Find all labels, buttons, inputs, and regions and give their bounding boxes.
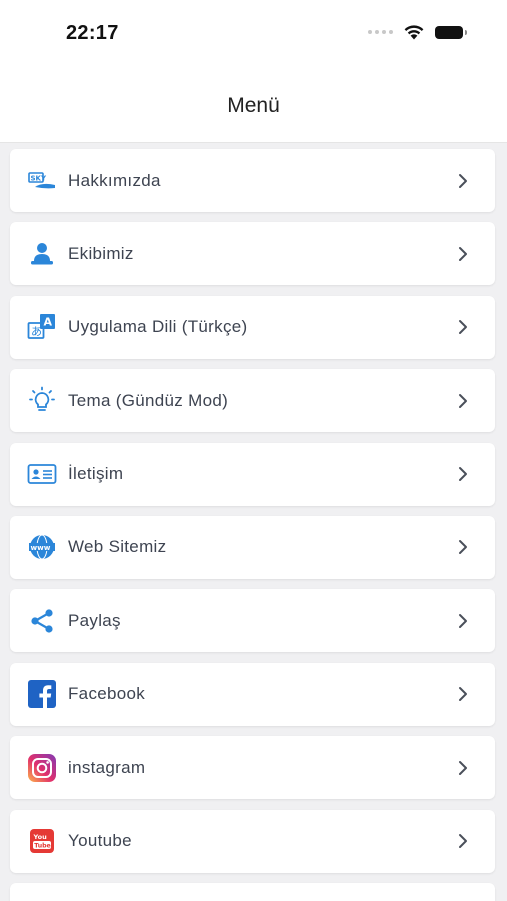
menu-list: SKY Hakkımızda Ekibimiz あ A Uygulama Dil… [0,143,507,901]
menu-item-label: Tema (Gündüz Mod) [68,390,229,410]
translate-icon: あ A [26,311,58,343]
menu-item-about[interactable]: SKY Hakkımızda [10,149,495,212]
menu-item-share[interactable]: Paylaş [10,589,495,653]
chevron-right-icon [459,834,467,849]
chevron-right-icon [459,467,467,482]
menu-item-label: Hakkımızda [68,170,161,190]
about-logo-icon: SKY [26,165,58,197]
menu-item-partial[interactable] [10,882,495,901]
instagram-icon [26,752,58,784]
contact-card-icon [26,458,58,490]
facebook-icon [26,678,58,710]
menu-item-instagram[interactable]: instagram [10,736,495,800]
menu-item-youtube[interactable]: You Tube Youtube [10,809,495,873]
chevron-right-icon [459,320,467,335]
menu-item-theme[interactable]: Tema (Gündüz Mod) [10,369,495,433]
page-title: Menü [227,94,280,117]
nav-bar: Menü [0,70,507,143]
chevron-right-icon [459,246,467,261]
menu-item-label: Facebook [68,684,146,704]
menu-item-label: Web Sitemiz [68,537,167,557]
chevron-right-icon [459,613,467,628]
status-bar: 22:17 [0,0,507,70]
chevron-right-icon [459,393,467,408]
chevron-right-icon [459,760,467,775]
battery-icon [435,25,467,39]
status-icons [368,24,467,40]
svg-text:Tube: Tube [34,843,51,850]
status-time: 22:17 [66,22,119,44]
chevron-right-icon [459,540,467,555]
menu-item-label: Paylaş [68,610,121,630]
svg-text:You: You [33,833,48,841]
menu-item-label: Uygulama Dili (Türkçe) [68,317,248,337]
wifi-icon [404,25,424,40]
menu-item-contact[interactable]: İletişim [10,442,495,506]
menu-item-team[interactable]: Ekibimiz [10,222,495,286]
www-globe-icon: www [26,531,58,563]
menu-item-facebook[interactable]: Facebook [10,662,495,726]
lightbulb-icon [26,385,58,417]
youtube-icon: You Tube [26,825,58,857]
menu-item-label: Ekibimiz [68,243,134,263]
svg-text:A: A [44,316,53,329]
menu-item-label: İletişim [68,464,124,484]
menu-item-label: Youtube [68,831,132,851]
cellular-signal-icon [368,30,393,34]
svg-text:www: www [31,543,51,552]
chevron-right-icon [459,687,467,702]
share-icon [26,605,58,637]
team-icon [26,238,58,270]
svg-text:SKY: SKY [31,174,47,182]
menu-item-label: instagram [68,757,146,777]
menu-item-language[interactable]: あ A Uygulama Dili (Türkçe) [10,295,495,359]
menu-item-website[interactable]: www Web Sitemiz [10,515,495,579]
chevron-right-icon [459,173,467,188]
